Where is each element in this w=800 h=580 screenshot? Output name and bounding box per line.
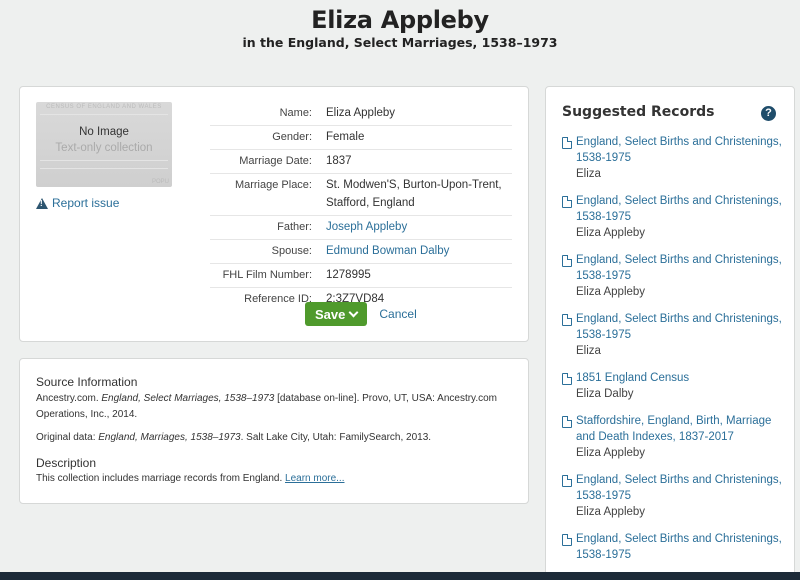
field-label: Marriage Place:	[234, 179, 312, 191]
report-issue-link[interactable]: Report issue	[36, 196, 119, 210]
source-citation: Ancestry.com. England, Select Marriages,…	[36, 393, 497, 420]
field-row-gender: Gender: Female	[210, 126, 512, 150]
suggested-records-list: England, Select Births and Christenings,…	[562, 134, 782, 574]
field-value-marriage-place: St. Modwen'S, Burton-Upon-Trent, Staffor…	[326, 179, 502, 209]
suggested-record-link[interactable]: Staffordshire, England, Birth, Marriage …	[576, 413, 782, 445]
page-title: Eliza Appleby	[311, 6, 489, 34]
suggested-record-link[interactable]: England, Select Births and Christenings,…	[576, 472, 782, 504]
document-icon	[562, 416, 572, 428]
suggested-records-panel: Suggested Records ? England, Select Birt…	[545, 86, 795, 580]
field-row-marriage-date: Marriage Date: 1837	[210, 150, 512, 174]
field-row-fhl-film: FHL Film Number: 1278995	[210, 264, 512, 288]
field-label: Father:	[277, 221, 312, 233]
field-label: Marriage Date:	[239, 155, 312, 167]
suggested-record-name: Eliza	[576, 168, 601, 180]
cancel-link[interactable]: Cancel	[379, 307, 416, 321]
field-value-marriage-date: 1837	[326, 155, 352, 167]
source-heading: Source Information	[36, 375, 138, 389]
spouse-link[interactable]: Edmund Bowman Dalby	[326, 242, 512, 260]
help-icon[interactable]: ?	[761, 106, 776, 121]
document-icon	[562, 196, 572, 208]
suggested-record-name: Eliza Appleby	[576, 286, 646, 298]
save-button[interactable]: Save	[305, 302, 368, 326]
chevron-down-icon	[348, 307, 359, 317]
document-icon	[562, 314, 572, 326]
field-label: Gender:	[272, 131, 312, 143]
description-heading: Description	[36, 456, 97, 470]
record-card: CENSUS OF ENGLAND AND WALES No Image Tex…	[19, 86, 529, 342]
field-row-spouse: Spouse: Edmund Bowman Dalby	[210, 240, 512, 264]
suggested-record-name: Eliza Appleby	[576, 447, 646, 459]
field-row-father: Father: Joseph Appleby	[210, 216, 512, 240]
suggested-record-link[interactable]: England, Select Births and Christenings,…	[576, 252, 782, 284]
field-row-marriage-place: Marriage Place: St. Modwen'S, Burton-Upo…	[210, 174, 512, 216]
suggested-record-link[interactable]: England, Select Births and Christenings,…	[576, 531, 782, 563]
no-image-label: No Image	[79, 126, 129, 138]
page-subtitle: in the England, Select Marriages, 1538–1…	[242, 35, 558, 50]
document-icon	[562, 373, 572, 385]
suggested-record-link[interactable]: England, Select Births and Christenings,…	[576, 134, 782, 166]
suggested-record-name: Eliza Appleby	[576, 506, 646, 518]
document-icon	[562, 137, 572, 149]
field-label: FHL Film Number:	[222, 269, 312, 281]
thumbnail-corner-text: POPU	[151, 179, 169, 185]
save-button-label: Save	[315, 306, 346, 322]
suggested-records-title: Suggested Records	[562, 104, 715, 120]
source-card: Source Information Ancestry.com. England…	[19, 358, 529, 504]
description-text: This collection includes marriage record…	[36, 473, 345, 484]
document-icon	[562, 534, 572, 546]
page-header: Eliza Appleby in the England, Select Mar…	[0, 0, 800, 50]
suggested-record-item: England, Select Births and Christenings,…	[562, 193, 782, 241]
document-icon	[562, 255, 572, 267]
suggested-record-item: England, Select Births and Christenings,…	[562, 472, 782, 520]
record-actions: Save Cancel	[305, 302, 417, 326]
text-only-label: Text-only collection	[55, 142, 153, 154]
learn-more-link[interactable]: Learn more...	[285, 473, 344, 484]
warning-icon	[36, 197, 48, 209]
suggested-record-name: Eliza Dalby	[576, 388, 634, 400]
suggested-record-item: England, Select Births and Christenings,…	[562, 134, 782, 182]
thumbnail-faint-header: CENSUS OF ENGLAND AND WALES	[46, 104, 162, 110]
suggested-record-link[interactable]: England, Select Births and Christenings,…	[576, 311, 782, 343]
suggested-record-item: 1851 England Census Eliza Dalby	[562, 370, 782, 402]
suggested-record-item: England, Select Births and Christenings,…	[562, 311, 782, 359]
field-label: Name:	[279, 107, 312, 119]
record-fields: Name: Eliza Appleby Gender: Female Marri…	[210, 102, 512, 311]
field-row-name: Name: Eliza Appleby	[210, 102, 512, 126]
report-issue-label: Report issue	[52, 196, 120, 210]
suggested-record-name: Eliza Appleby	[576, 227, 646, 239]
father-link[interactable]: Joseph Appleby	[326, 218, 512, 236]
field-value-fhl-film: 1278995	[326, 269, 371, 281]
document-icon	[562, 475, 572, 487]
suggested-record-item: Staffordshire, England, Birth, Marriage …	[562, 413, 782, 461]
record-thumbnail[interactable]: CENSUS OF ENGLAND AND WALES No Image Tex…	[36, 102, 172, 187]
suggested-record-item: England, Select Births and Christenings,…	[562, 252, 782, 300]
field-label: Spouse:	[271, 245, 312, 257]
suggested-record-item: England, Select Births and Christenings,…	[562, 531, 782, 563]
os-taskbar	[0, 572, 800, 580]
field-value-name: Eliza Appleby	[326, 107, 396, 119]
field-value-gender: Female	[326, 131, 365, 143]
suggested-record-name: Eliza	[576, 345, 601, 357]
suggested-record-link[interactable]: 1851 England Census	[576, 370, 689, 386]
suggested-record-link[interactable]: England, Select Births and Christenings,…	[576, 193, 782, 225]
original-data: Original data: England, Marriages, 1538–…	[36, 432, 432, 443]
